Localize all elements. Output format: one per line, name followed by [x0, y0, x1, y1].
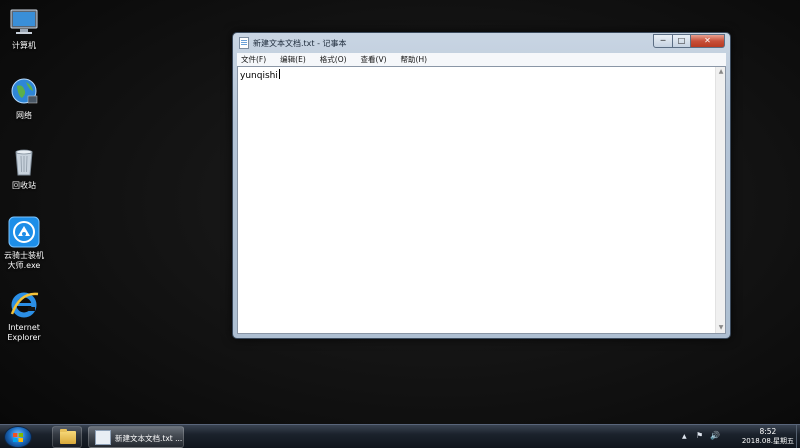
start-button[interactable] [4, 426, 32, 448]
menu-view[interactable]: 查看(V) [357, 54, 391, 65]
menu-help[interactable]: 帮助(H) [397, 54, 432, 65]
window-title: 新建文本文档.txt - 记事本 [253, 39, 347, 48]
network-icon [8, 76, 40, 108]
text-editor[interactable]: yunqishi ▲ ▼ [237, 66, 726, 334]
desktop-icon-computer[interactable]: 计算机 [0, 6, 48, 51]
windows-logo-icon [13, 433, 23, 442]
clock-time: 8:52 [759, 427, 777, 436]
notepad-window[interactable]: 新建文本文档.txt - 记事本 ─ □ ✕ 文件(F) 编辑(E) 格式(O)… [232, 32, 731, 339]
scroll-up-icon[interactable]: ▲ [716, 67, 726, 77]
close-button[interactable]: ✕ [691, 34, 725, 48]
menu-edit[interactable]: 编辑(E) [276, 54, 310, 65]
desktop-icon-network[interactable]: 网络 [0, 76, 48, 121]
desktop-icon-ie[interactable]: Internet Explorer [0, 288, 48, 343]
computer-icon [8, 6, 40, 38]
window-controls: ─ □ ✕ [653, 34, 725, 48]
yqs-installer-icon [8, 216, 40, 248]
taskbar-explorer-button[interactable] [52, 426, 82, 448]
system-clock[interactable]: 8:52 2018.08.星期五 [742, 427, 794, 446]
editor-text: yunqishi [240, 71, 278, 81]
action-center-icon[interactable]: ⚑ [696, 431, 703, 440]
show-desktop-button[interactable] [796, 425, 800, 448]
desktop-icon-label: 云骑士装机 大师.exe [4, 251, 44, 270]
notepad-titlebar[interactable]: 新建文本文档.txt - 记事本 ─ □ ✕ [233, 33, 730, 53]
desktop-icon-label: 计算机 [12, 41, 36, 50]
volume-icon[interactable]: 🔊 [710, 431, 720, 440]
recycle-bin-icon [8, 146, 40, 178]
desktop-icon-label: 网络 [16, 111, 32, 120]
taskbar-notepad-button[interactable]: 新建文本文档.txt ... [88, 426, 184, 448]
notepad-icon [239, 37, 249, 49]
desktop-icon-label: 回收站 [12, 181, 36, 190]
desktop-icon-label: Internet Explorer [7, 323, 41, 342]
folder-icon [60, 429, 76, 444]
minimize-button[interactable]: ─ [653, 34, 673, 48]
menu-bar: 文件(F) 编辑(E) 格式(O) 查看(V) 帮助(H) [237, 53, 726, 66]
desktop-icon-recycle-bin[interactable]: 回收站 [0, 146, 48, 191]
scroll-down-icon[interactable]: ▼ [716, 323, 726, 333]
maximize-button[interactable]: □ [673, 34, 691, 48]
menu-file[interactable]: 文件(F) [237, 54, 270, 65]
menu-format[interactable]: 格式(O) [316, 54, 351, 65]
text-caret [278, 69, 280, 79]
system-tray: ▲ ⚑ 🔊 8:52 2018.08.星期五 [670, 425, 800, 448]
clock-date: 2018.08.星期五 [741, 437, 794, 445]
notepad-taskbar-icon [95, 430, 111, 445]
vertical-scrollbar[interactable]: ▲ ▼ [715, 67, 725, 333]
taskbar: 新建文本文档.txt ... ▲ ⚑ 🔊 8:52 2018.08.星期五 [0, 424, 800, 448]
ie-icon [8, 288, 40, 320]
taskbar-notepad-label: 新建文本文档.txt ... [115, 434, 183, 443]
show-hidden-icons-icon[interactable]: ▲ [682, 433, 687, 440]
desktop-icon-yqs-installer[interactable]: 云骑士装机 大师.exe [0, 216, 48, 271]
editor-content[interactable]: yunqishi [240, 69, 280, 81]
